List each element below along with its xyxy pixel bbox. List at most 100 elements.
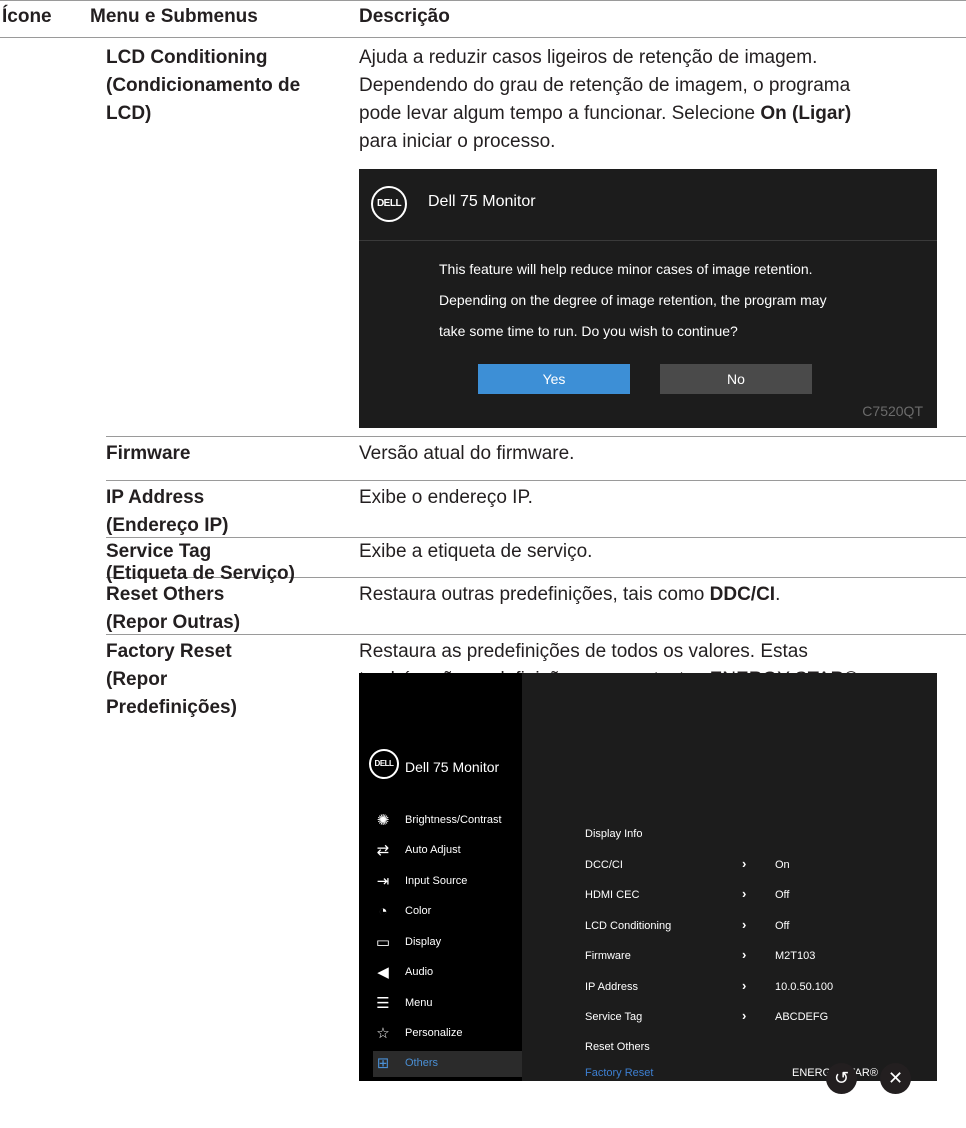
close-button[interactable]: ✕ [880, 1063, 911, 1094]
osd-value-ddcci: On [775, 859, 790, 871]
osd-value-firmware: M2T103 [775, 950, 816, 962]
lcd-desc-on-option: On (Ligar) [760, 103, 852, 124]
osd-row-ip-address[interactable]: IP Address [585, 981, 638, 993]
yes-button[interactable]: Yes [478, 364, 630, 394]
osd-row-hdmi-cec[interactable]: HDMI CEC [585, 889, 639, 901]
osd-menu-item-menu[interactable]: ☰ Menu [373, 991, 522, 1017]
osd-menu-item-audio[interactable]: ◀ Audio [373, 960, 522, 986]
row-rule-ip [106, 480, 966, 481]
table-top-rule [0, 0, 966, 1]
reset-others-description: Restaura outras predefinições, tais como… [359, 581, 780, 609]
osd-menu-item-display[interactable]: ▭ Display [373, 930, 522, 956]
factory-name-line2: (Repor [106, 669, 168, 690]
osd-row-reset-others[interactable]: Reset Others [585, 1041, 650, 1053]
ip-name-line1: IP Address [106, 487, 205, 508]
ip-address-description: Exibe o endereço IP. [359, 487, 533, 508]
others-icon: ⊞ [376, 1055, 390, 1072]
chevron-right-icon: › [742, 886, 747, 901]
dell-logo: DELL [371, 186, 407, 222]
star-icon: ☆ [376, 1025, 390, 1042]
header-rule [0, 37, 966, 38]
display-icon: ▭ [375, 934, 391, 951]
dialog-title: Dell 75 Monitor [428, 193, 536, 210]
reset-others-desc-period: . [775, 584, 781, 605]
ip-name-line2: (Endereço IP) [106, 515, 229, 536]
reset-others-desc-text: Restaura outras predefinições, tais como [359, 584, 710, 605]
chevron-right-icon: › [742, 947, 747, 962]
row-rule-service [106, 537, 966, 538]
header-icon-column: Ícone [2, 6, 52, 27]
auto-adjust-icon: ⇄ [376, 842, 390, 859]
lcd-conditioning-description: Ajuda a reduzir casos ligeiros de retenç… [359, 44, 851, 156]
osd-value-hdmi-cec: Off [775, 889, 790, 901]
dialog-message-line1: This feature will help reduce minor case… [439, 261, 813, 277]
back-button[interactable]: ↺ [826, 1063, 857, 1094]
osd-menu-item-color[interactable]: ◔ Color [373, 899, 522, 925]
osd-value-ip-address: 10.0.50.100 [775, 981, 834, 993]
lcd-desc-line2: Dependendo do grau de retenção de imagem… [359, 75, 851, 96]
firmware-description: Versão atual do firmware. [359, 443, 575, 464]
reset-others-name-line2: (Repor Outras) [106, 612, 241, 633]
osd-row-lcd-conditioning[interactable]: LCD Conditioning [585, 920, 671, 932]
osd-row-firmware[interactable]: Firmware [585, 950, 631, 962]
osd-value-service-tag: ABCDEFG [775, 1011, 829, 1023]
osd-menu-item-brightness[interactable]: ✺ Brightness/Contrast [373, 808, 522, 834]
osd-menu-item-label: Color [405, 905, 432, 917]
dialog-header: DELL Dell 75 Monitor [359, 169, 937, 241]
lcd-desc-line3: pode levar algum tempo a funcionar. Sele… [359, 100, 851, 128]
osd-row-service-tag[interactable]: Service Tag [585, 1011, 642, 1023]
lcd-conditioning-dialog: DELL Dell 75 Monitor This feature will h… [359, 169, 937, 428]
brightness-icon: ✺ [376, 812, 390, 829]
chevron-right-icon: › [742, 1008, 747, 1023]
osd-row-ddcci[interactable]: DCC/CI [585, 859, 623, 871]
factory-reset-name: Factory Reset (Repor Predefinições) [106, 638, 237, 722]
factory-name-line3: Predefinições) [106, 697, 237, 718]
row-rule-firmware [106, 436, 966, 437]
osd-menu-item-label: Personalize [405, 1027, 463, 1039]
lcd-desc-line4: para iniciar o processo. [359, 131, 556, 152]
dialog-message-line3: take some time to run. Do you wish to co… [439, 323, 738, 339]
osd-menu-item-label: Others [405, 1057, 439, 1069]
osd-menu-item-auto-adjust[interactable]: ⇄ Auto Adjust [373, 838, 522, 864]
lcd-name-line3: LCD) [106, 103, 152, 124]
osd-menu-item-label: Input Source [405, 875, 468, 887]
lcd-desc-line3-text: pode levar algum tempo a funcionar. Sele… [359, 103, 761, 124]
osd-menu-item-label: Auto Adjust [405, 844, 461, 856]
dialog-model-number: C7520QT [862, 403, 923, 419]
chevron-right-icon: › [742, 856, 747, 871]
factory-name-line1: Factory Reset [106, 641, 232, 662]
chevron-right-icon: › [742, 917, 747, 932]
chevron-right-icon: › [742, 978, 747, 993]
reset-others-name: Reset Others (Repor Outras) [106, 581, 240, 637]
osd-menu-item-others[interactable]: ⊞ Others [373, 1051, 522, 1077]
osd-row-display-info[interactable]: Display Info [585, 828, 642, 840]
lcd-name-line2: (Condicionamento de [106, 75, 301, 96]
reset-others-desc-ddcci: DDC/CI [709, 584, 776, 605]
service-tag-description: Exibe a etiqueta de serviço. [359, 541, 593, 562]
osd-row-factory-reset[interactable]: Factory Reset [585, 1067, 653, 1079]
osd-value-lcd-conditioning: Off [775, 920, 790, 932]
ip-address-name: IP Address (Endereço IP) [106, 484, 228, 540]
lcd-conditioning-name: LCD Conditioning (Condicionamento de LCD… [106, 44, 300, 128]
close-icon: ✕ [887, 1068, 904, 1088]
header-description-column: Descrição [359, 6, 450, 27]
osd-dell-logo: DELL [369, 749, 399, 779]
color-icon: ◔ [378, 903, 388, 920]
firmware-name: Firmware [106, 443, 191, 464]
back-icon: ↺ [833, 1068, 850, 1088]
factory-desc-line1: Restaura as predefinições de todos os va… [359, 641, 808, 662]
osd-main-menu: DELL Dell 75 Monitor ✺ Brightness/Contra… [359, 673, 522, 1081]
dialog-message-line2: Depending on the degree of image retenti… [439, 292, 827, 308]
osd-menu-item-label: Brightness/Contrast [405, 814, 502, 826]
audio-icon: ◀ [377, 964, 389, 981]
osd-menu: DELL Dell 75 Monitor ✺ Brightness/Contra… [359, 673, 937, 1081]
osd-menu-item-label: Display [405, 936, 442, 948]
osd-menu-item-personalize[interactable]: ☆ Personalize [373, 1021, 522, 1047]
lcd-desc-line1: Ajuda a reduzir casos ligeiros de retenç… [359, 47, 818, 68]
service-tag-name: Service Tag (Etiqueta de Serviço) [106, 541, 295, 585]
osd-menu-item-input-source[interactable]: ⇥ Input Source [373, 869, 522, 895]
reset-others-name-line1: Reset Others [106, 584, 225, 605]
osd-title: Dell 75 Monitor [405, 759, 500, 775]
no-button[interactable]: No [660, 364, 812, 394]
osd-menu-item-label: Audio [405, 966, 434, 978]
